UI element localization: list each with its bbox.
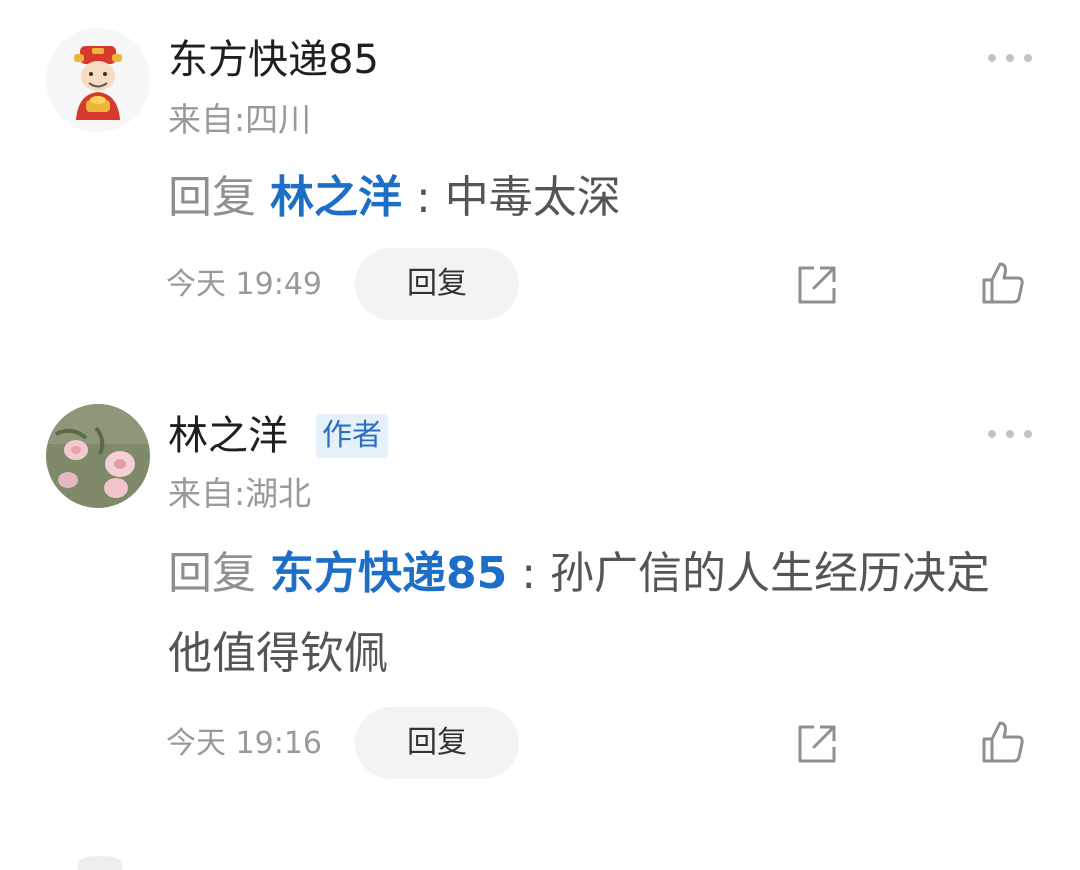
like-icon[interactable] [980, 719, 1026, 765]
share-icon[interactable] [794, 721, 840, 767]
colon-separator: : [507, 548, 551, 599]
comment-time: 今天 19:16 [166, 726, 322, 761]
user-location: 来自:湖北 [168, 474, 312, 513]
comment-content: 回复 东方快递85 : 孙广信的人生经历决定他值得钦佩 [168, 534, 1028, 694]
author-badge: 作者 [316, 414, 388, 458]
reply-button[interactable]: 回复 [355, 707, 519, 779]
mention-link[interactable]: 东方快递85 [270, 548, 507, 599]
username: 林之洋 [168, 412, 288, 460]
user-avatar[interactable] [46, 404, 150, 508]
comment-item: 林之洋 作者 来自:湖北 回复 东方快递85 : 孙广信的人生经历决定他值得钦佩… [0, 0, 1080, 863]
reply-prefix: 回复 [168, 548, 256, 599]
username-text[interactable]: 林之洋 [168, 413, 288, 459]
more-icon[interactable] [986, 428, 1034, 440]
flowers-avatar-icon [46, 404, 150, 508]
next-avatar-partial [78, 856, 122, 870]
